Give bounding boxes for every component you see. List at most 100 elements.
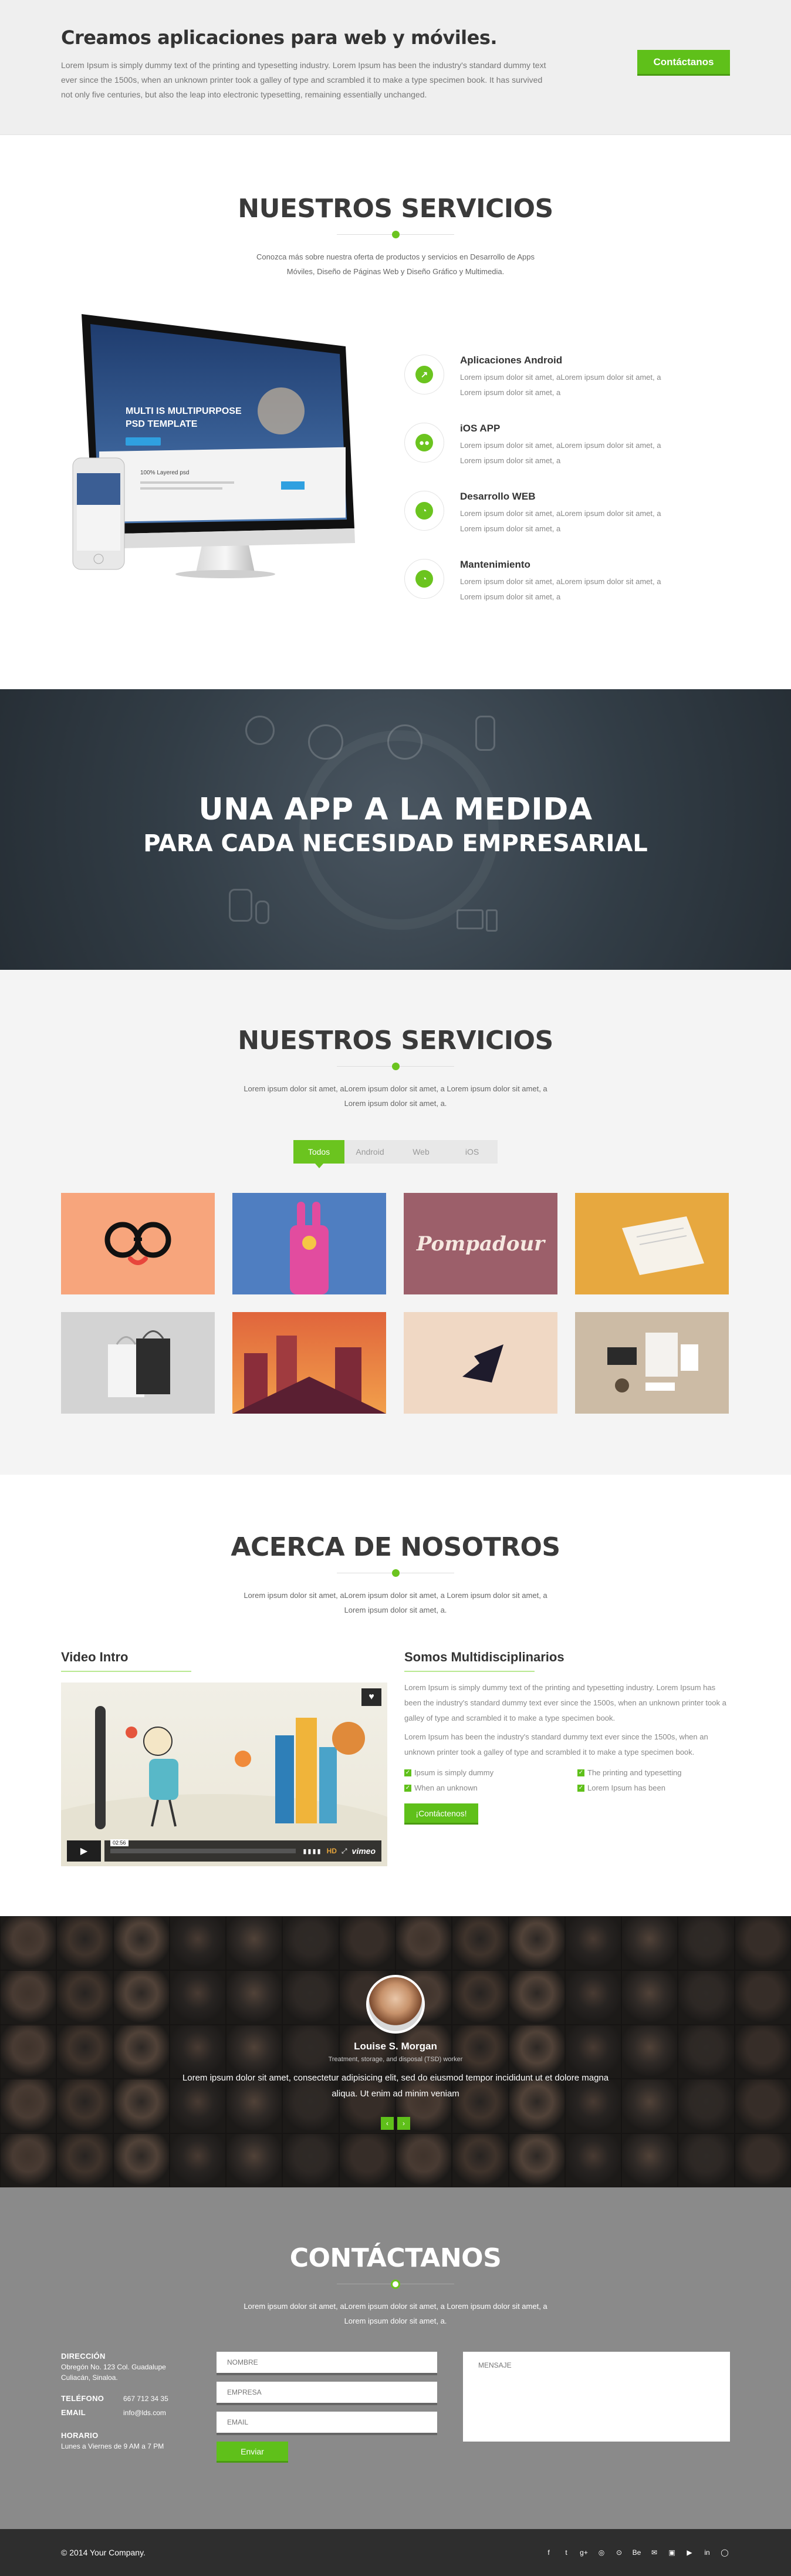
face-tile [226, 2133, 283, 2187]
face-tile [282, 2133, 339, 2187]
pie-chart-icon: ◔ [404, 559, 444, 599]
portfolio-item-city[interactable] [232, 1312, 386, 1414]
portfolio-item-stationery[interactable] [575, 1312, 729, 1414]
volume-icon[interactable]: ▮▮▮▮ [303, 1847, 322, 1855]
facebook-icon[interactable]: f [543, 2548, 554, 2557]
testimonial-role: Treatment, storage, and disposal (TSD) w… [328, 2056, 463, 2063]
check-icon: ✓ [577, 1785, 584, 1792]
twitter-icon[interactable]: t [561, 2548, 572, 2557]
services-lead: Conozca más sobre nuestra oferta de prod… [256, 252, 535, 276]
company-field[interactable] [217, 2382, 437, 2405]
chart-line-icon: ↗ [404, 355, 444, 395]
checklist-item: ✓ Lorem Ipsum has been [577, 1783, 665, 1792]
paper-image [622, 1216, 704, 1275]
play-button[interactable]: ▶ [67, 1840, 101, 1862]
pompadour-logo: Pompadour [416, 1232, 546, 1256]
google-plus-icon[interactable]: g+ [579, 2548, 589, 2557]
linkedin-icon[interactable]: in [702, 2548, 712, 2557]
flickr-icon[interactable]: ▣ [667, 2548, 677, 2557]
title-divider [337, 231, 454, 239]
like-heart-icon[interactable]: ♥ [361, 1688, 381, 1706]
devices-icon [245, 716, 275, 745]
footer: © 2014 Your Company. f t g+ ◎ ⊙ Be ✉ ▣ ▶… [0, 2529, 791, 2576]
face-tile [395, 2133, 452, 2187]
banner-line2: PARA CADA NECESIDAD EMPRESARIAL [143, 830, 648, 857]
rabbit-image [290, 1202, 329, 1294]
video-heading: Video Intro [61, 1650, 387, 1672]
filter-all[interactable]: Todos [293, 1140, 344, 1168]
filter-android[interactable]: Android [344, 1140, 396, 1164]
portfolio-item-rabbit[interactable] [232, 1193, 386, 1294]
intro-video-player[interactable]: ♥ ▶ 02:56 ▮▮▮▮ HD ⤢ vimeo [61, 1683, 387, 1866]
service-title: Aplicaciones Android [460, 355, 563, 366]
message-field[interactable] [463, 2352, 730, 2442]
hd-toggle[interactable]: HD [327, 1847, 337, 1855]
hero-text: Lorem Ipsum is simply dummy text of the … [61, 60, 546, 99]
testimonial-name: Louise S. Morgan [354, 2041, 437, 2052]
behance-icon[interactable]: Be [631, 2548, 642, 2557]
service-title: iOS APP [460, 423, 501, 434]
about-paragraph-2: Lorem Ipsum has been the industry's stan… [404, 1732, 708, 1756]
face-tile [564, 2133, 622, 2187]
address-value: Obregón No. 123 Col. Guadalupe Culiacán,… [61, 2363, 166, 2382]
contact-section: CONTÁCTANOS Lorem ipsum dolor sit amet, … [0, 2187, 791, 2529]
service-item-ios: ●● iOS APP Lorem ipsum dolor sit amet, a… [404, 423, 686, 488]
tower-icon [486, 909, 498, 932]
checklist-item: ✓ The printing and typesetting [577, 1768, 682, 1777]
pompadour-label: Pompadour [416, 1232, 546, 1256]
portfolio-item-bags[interactable] [61, 1312, 215, 1414]
mail-icon[interactable]: ✉ [649, 2548, 660, 2557]
send-button[interactable]: Enviar [217, 2442, 288, 2463]
face-tile [56, 2133, 113, 2187]
dribbble-icon[interactable]: ◎ [596, 2548, 607, 2557]
email-field[interactable] [217, 2412, 437, 2435]
title-divider [337, 2280, 454, 2289]
portfolio-item-pompadour[interactable]: Pompadour [404, 1193, 557, 1294]
contact-info: DIRECCIÓN Obregón No. 123 Col. Guadalupe… [61, 2352, 214, 2452]
contact-title: CONTÁCTANOS [289, 2243, 502, 2273]
plane-logo [462, 1344, 503, 1383]
face-tile [0, 1916, 57, 1971]
face-tile [226, 1916, 283, 1971]
youtube-icon[interactable]: ▶ [684, 2548, 695, 2557]
service-item-maintenance: ◔ Mantenimiento Lorem ipsum dolor sit am… [404, 559, 686, 625]
service-text: Lorem ipsum dolor sit amet, aLorem ipsum… [460, 577, 661, 601]
face-tile [734, 1916, 791, 1971]
check-icon: ✓ [404, 1769, 411, 1776]
face-tile [508, 2133, 565, 2187]
video-progress-bar[interactable]: 02:56 [110, 1839, 296, 1853]
portfolio-title: NUESTROS SERVICIOS [238, 1026, 553, 1056]
pinterest-icon[interactable]: ⊙ [614, 2548, 624, 2557]
feature-checklist: ✓ Ipsum is simply dummy ✓ The printing and… [404, 1766, 730, 1795]
service-item-web: ◔ Desarrollo WEB Lorem ipsum dolor sit a… [404, 491, 686, 557]
email-value[interactable]: info@lds.com [123, 2408, 166, 2418]
portfolio-item-glasses[interactable] [61, 1193, 215, 1294]
checklist-item: ✓ When an unknown [404, 1783, 478, 1792]
portfolio-grid: Pompadour [61, 1193, 730, 1414]
city-illustration [232, 1336, 386, 1414]
filter-web[interactable]: Web [396, 1140, 447, 1164]
mockup-headline: MULTI IS MULTIPURPOSE [126, 406, 242, 416]
prev-arrow-icon[interactable]: ‹ [381, 2117, 394, 2130]
portfolio-item-plane[interactable] [404, 1312, 557, 1414]
portfolio-item-paper[interactable] [575, 1193, 729, 1294]
title-divider [337, 1063, 454, 1071]
github-icon[interactable]: ◯ [719, 2548, 730, 2557]
bags-image [108, 1330, 170, 1397]
hours-label: HORARIO [61, 2431, 99, 2440]
face-tile [678, 2133, 735, 2187]
next-arrow-icon[interactable]: › [397, 2117, 410, 2130]
about-title: ACERCA DE NOSOTROS [231, 1532, 560, 1562]
hero-contact-button[interactable]: Contáctanos [637, 50, 730, 76]
glasses-image [104, 1222, 171, 1265]
name-field[interactable] [217, 2352, 437, 2375]
social-links: f t g+ ◎ ⊙ Be ✉ ▣ ▶ in ◯ [543, 2548, 730, 2557]
contact-form: Enviar [217, 2352, 437, 2463]
about-text-column: Somos Multidisciplinarios Lorem Ipsum is… [404, 1650, 730, 1825]
vimeo-logo[interactable]: vimeo [352, 1846, 376, 1856]
face-tile [564, 1916, 622, 1971]
about-contact-button[interactable]: ¡Contáctenos! [404, 1803, 478, 1825]
fullscreen-icon[interactable]: ⤢ [342, 1847, 347, 1856]
filter-ios[interactable]: iOS [447, 1140, 498, 1164]
face-tile [452, 1916, 509, 1971]
